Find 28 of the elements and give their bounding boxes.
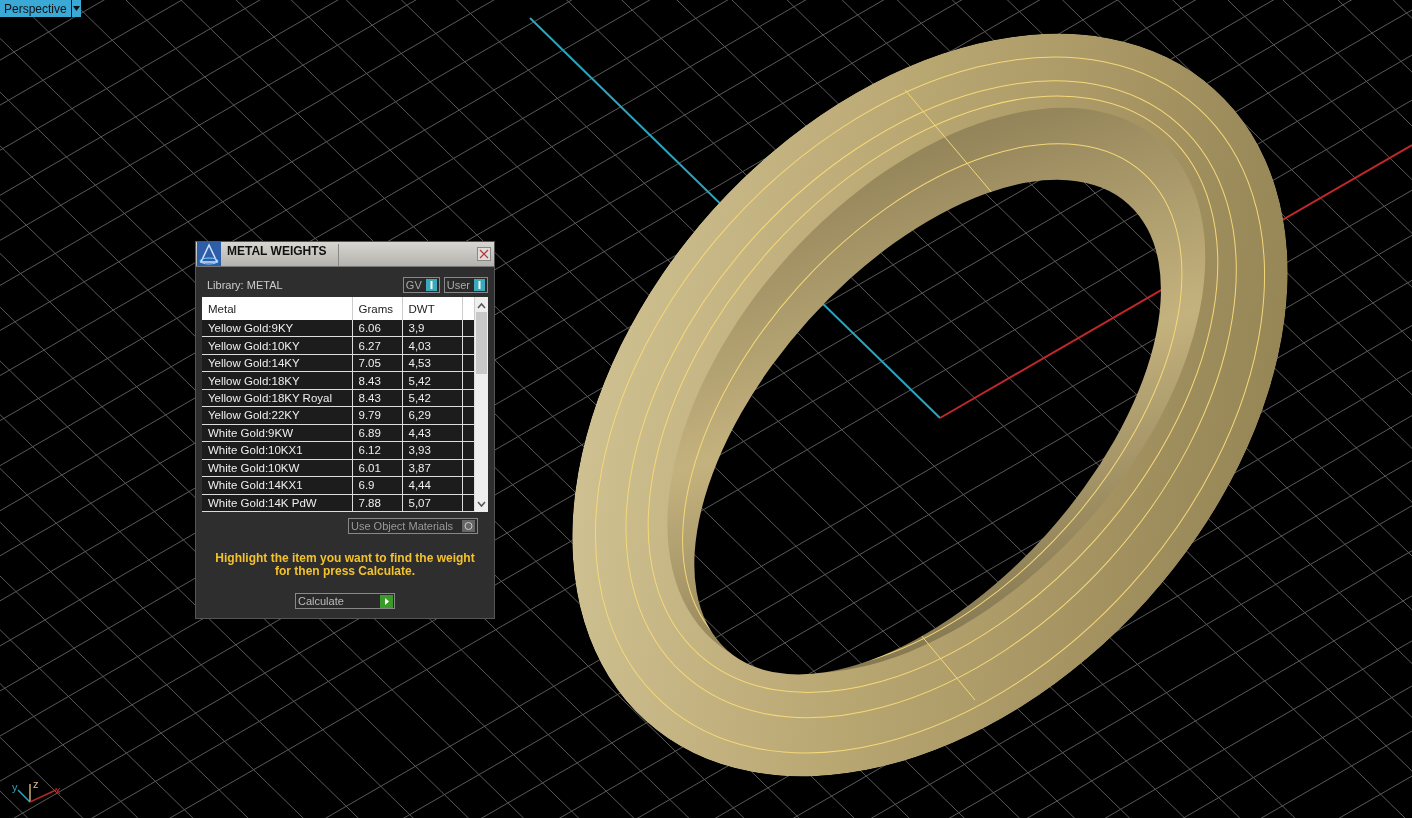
- calculate-button[interactable]: Calculate: [295, 593, 395, 609]
- axis-label: y: [12, 781, 18, 793]
- toggle-button[interactable]: User: [443, 277, 488, 293]
- dialog-title: METAL WEIGHTS: [221, 244, 339, 266]
- axis-label: z: [33, 778, 39, 790]
- scrollbar-thumb[interactable]: [475, 312, 487, 374]
- column-header[interactable]: Grams: [352, 297, 402, 320]
- library-label: Library: METAL: [207, 279, 284, 291]
- close-button[interactable]: [477, 247, 491, 261]
- caret-icon[interactable]: [70, 0, 81, 17]
- scroll-up-icon[interactable]: [476, 302, 486, 310]
- axis-label: x: [55, 784, 61, 796]
- table-cell: 3,9: [402, 320, 462, 337]
- table-cell: Yellow Gold:9KY: [202, 320, 352, 337]
- toggle-button[interactable]: GV: [402, 277, 440, 293]
- play-icon: [380, 594, 393, 608]
- column-header[interactable]: Metal: [202, 297, 352, 320]
- close-icon: [479, 249, 489, 259]
- column-header[interactable]: DWT: [402, 297, 462, 320]
- hint-text: Highlight the item you want to find the weight for then press Calculate.: [214, 552, 476, 578]
- toggle-indicator-icon: [474, 279, 485, 291]
- table-cell: 6.06: [352, 320, 402, 337]
- object-materials-button[interactable]: Use Object Materials: [348, 518, 478, 534]
- scale-logo-icon: [197, 242, 221, 266]
- toggle-indicator-icon: [425, 279, 437, 291]
- scroll-down-icon[interactable]: [476, 500, 486, 508]
- radio-icon: [462, 520, 475, 532]
- axis-gizmo-icon: [17, 783, 57, 803]
